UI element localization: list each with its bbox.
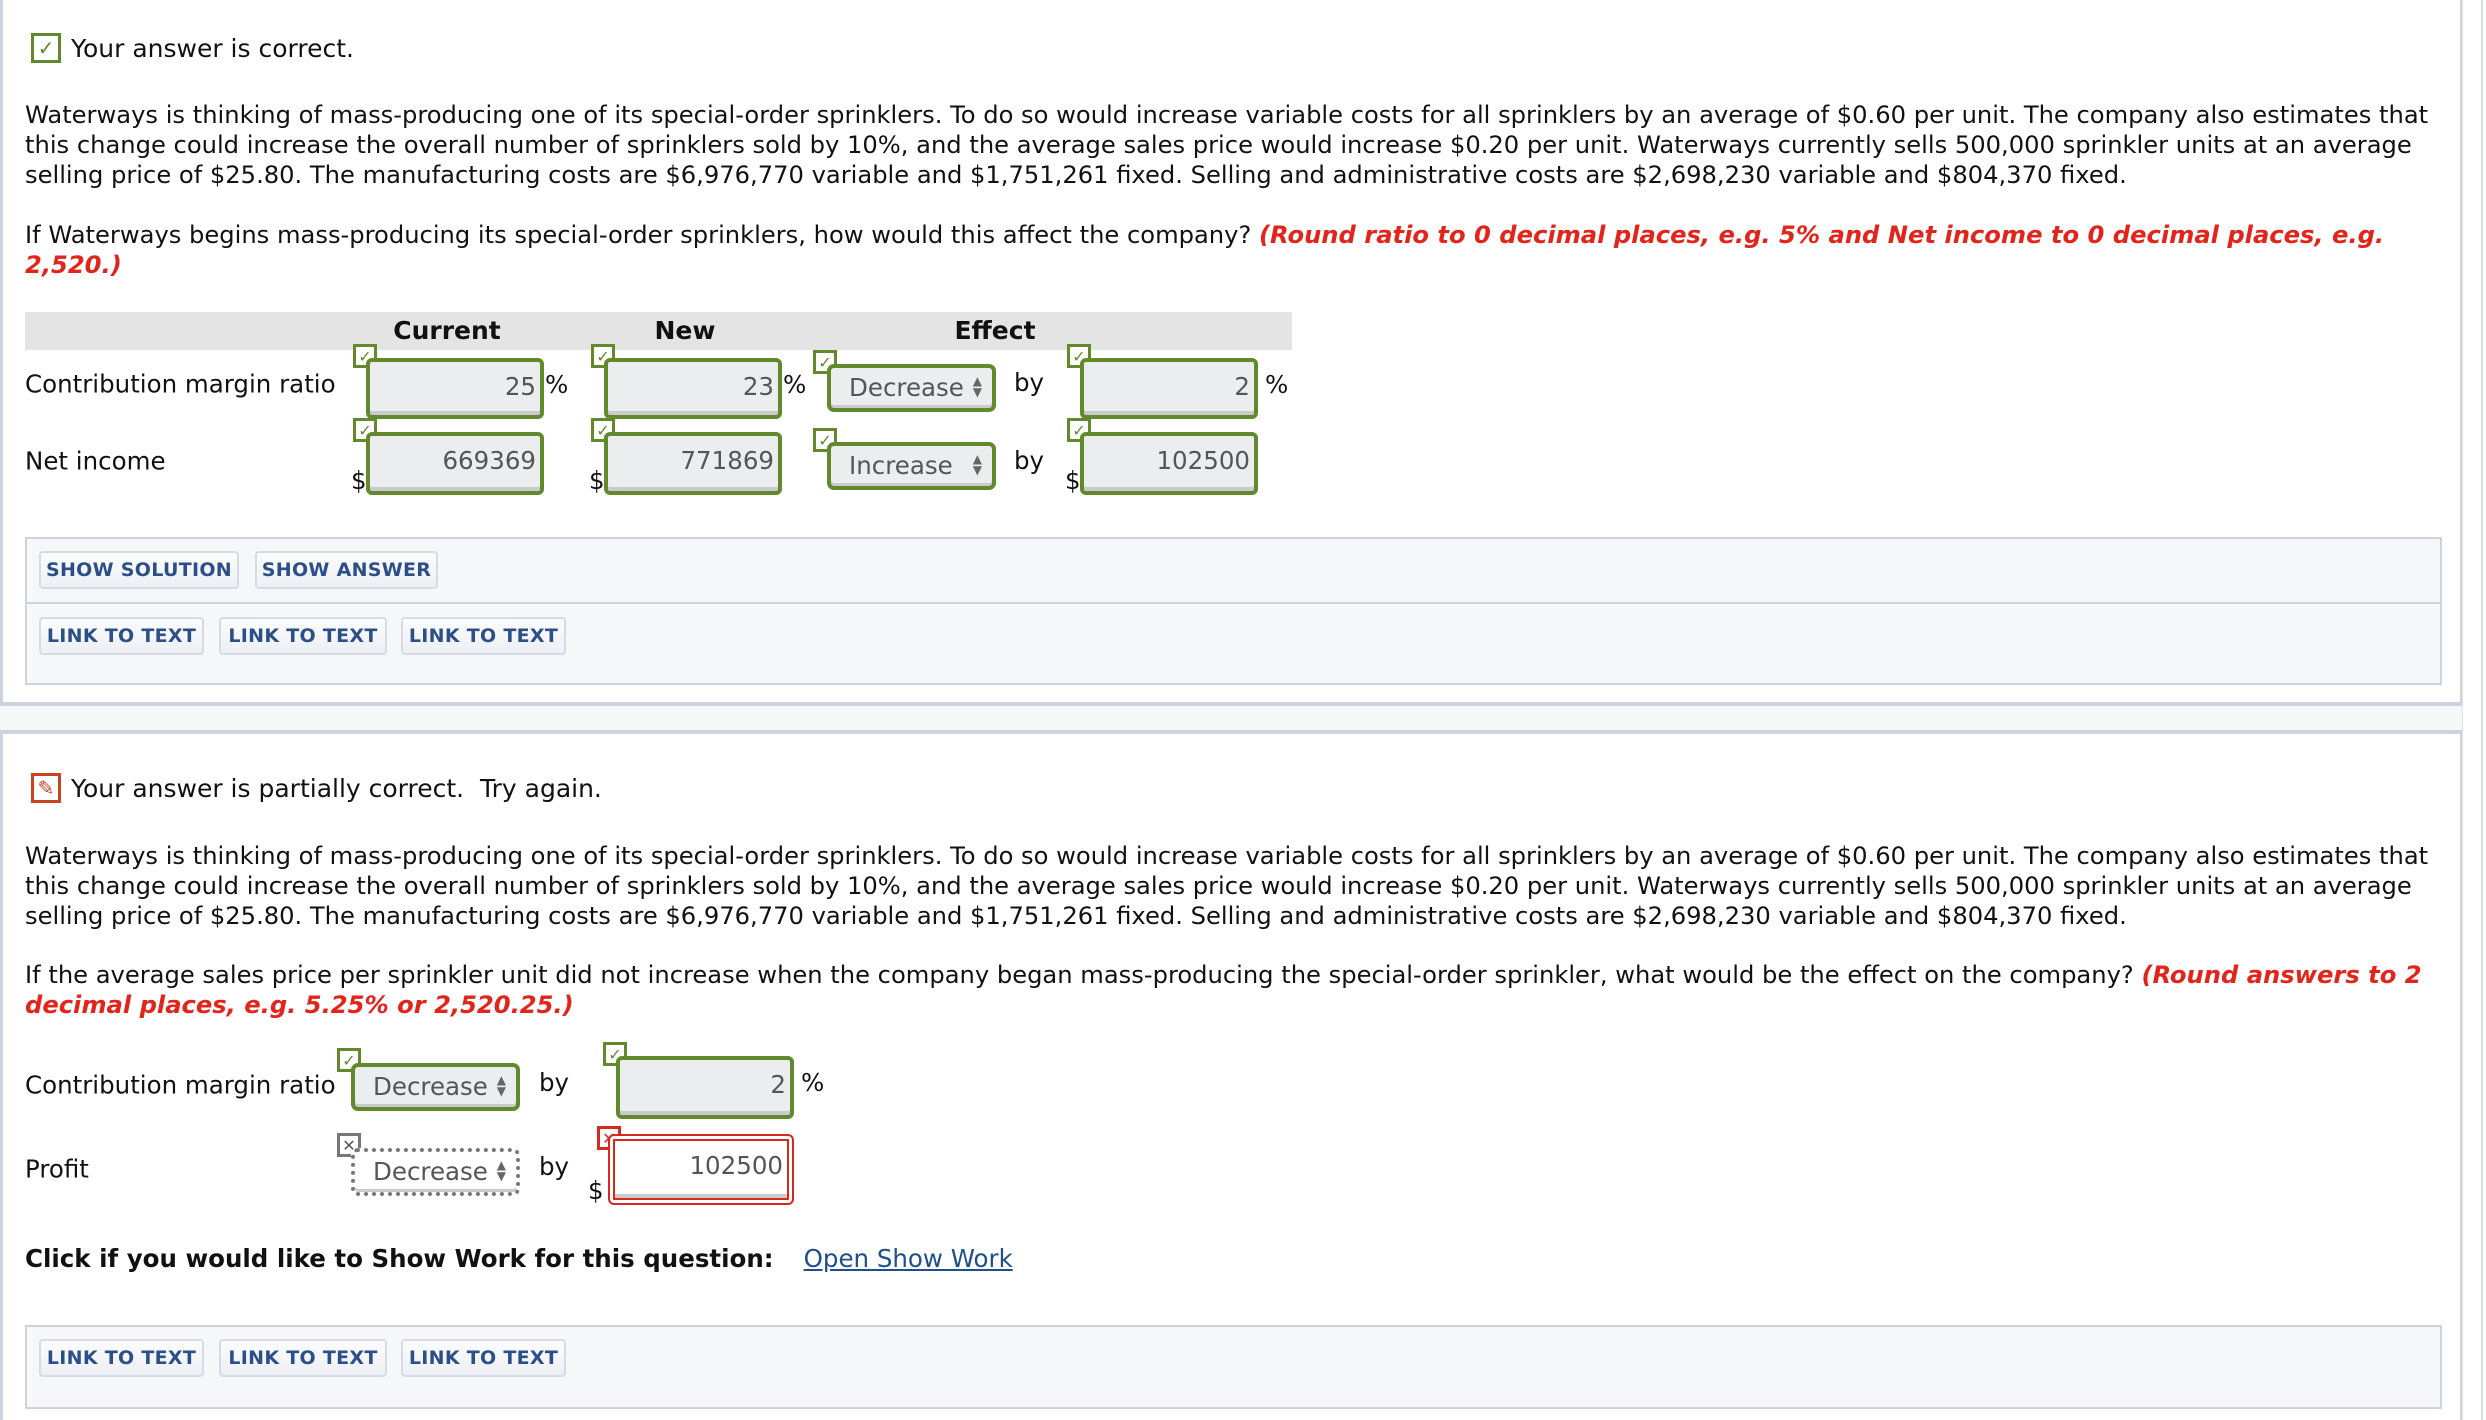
current-cm-ratio-input[interactable]: 25	[366, 358, 544, 419]
new-cm-ratio-input[interactable]: 23	[604, 358, 782, 419]
link-to-text-button[interactable]: LINK TO TEXT	[219, 617, 387, 655]
question-prompt: If the average sales price per sprinkler…	[25, 961, 2134, 989]
row-label-profit: Profit	[25, 1154, 89, 1184]
cm-ratio-effect-select[interactable]: Decrease ▲ ▼	[351, 1063, 520, 1111]
question-text: If the average sales price per sprinkler…	[25, 960, 2445, 1020]
problem-text: Waterways is thinking of mass-producing …	[25, 101, 2429, 189]
solution-box: SHOW SOLUTION SHOW ANSWER LINK TO TEXT L…	[25, 537, 2442, 685]
select-value: Decrease	[373, 1157, 488, 1186]
panel-separator	[0, 706, 2462, 730]
by-label: by	[539, 1152, 570, 1181]
show-work-prompt: Click if you would like to Show Work for…	[25, 1244, 774, 1273]
status-text: Your answer is correct.	[71, 33, 354, 63]
updown-arrows-icon: ▲ ▼	[972, 452, 982, 477]
percent-unit: %	[545, 370, 569, 399]
by-label: by	[1014, 368, 1045, 397]
status-correct: ✓ Your answer is correct.	[31, 33, 354, 63]
effect-cm-ratio-select[interactable]: Decrease ▲ ▼	[827, 364, 996, 412]
problem-text: Waterways is thinking of mass-producing …	[25, 842, 2429, 930]
current-net-income-input[interactable]: 669369	[366, 432, 544, 495]
cm-ratio-amount-input[interactable]: 2	[616, 1056, 794, 1119]
dollar-prefix: $	[351, 466, 367, 495]
show-answer-button[interactable]: SHOW ANSWER	[255, 551, 438, 589]
row-label-cm-ratio: Contribution margin ratio	[25, 369, 336, 399]
question-2-panel: ✎ Your answer is partially correct. Try …	[0, 730, 2462, 1420]
link-to-text-button[interactable]: LINK TO TEXT	[39, 1339, 204, 1377]
effect-net-income-amount-input[interactable]: 102500	[1080, 432, 1258, 495]
select-value: Decrease	[849, 373, 964, 402]
show-work-row: Click if you would like to Show Work for…	[25, 1244, 1013, 1273]
effect-net-income-select[interactable]: Increase ▲ ▼	[827, 442, 996, 490]
percent-unit: %	[783, 370, 807, 399]
updown-arrows-icon: ▲ ▼	[496, 1073, 506, 1098]
row-label-cm-ratio: Contribution margin ratio	[25, 1070, 336, 1100]
link-to-text-button[interactable]: LINK TO TEXT	[401, 617, 566, 655]
show-solution-button[interactable]: SHOW SOLUTION	[39, 551, 239, 589]
updown-arrows-icon: ▲ ▼	[972, 374, 982, 399]
links-box: LINK TO TEXT LINK TO TEXT LINK TO TEXT	[25, 1325, 2442, 1409]
check-icon: ✓	[31, 33, 61, 63]
question-prompt: If Waterways begins mass-producing its s…	[25, 221, 1252, 249]
by-label: by	[1014, 446, 1045, 475]
profit-effect-select[interactable]: Decrease ▲ ▼	[351, 1148, 520, 1196]
new-net-income-input[interactable]: 771869	[604, 432, 782, 495]
profit-amount-input[interactable]: 102500	[608, 1134, 794, 1205]
status-partial: ✎ Your answer is partially correct. Try …	[31, 773, 602, 803]
row-label-net-income: Net income	[25, 446, 166, 476]
dollar-prefix: $	[1065, 466, 1081, 495]
open-show-work-link[interactable]: Open Show Work	[804, 1244, 1013, 1273]
question-1-panel: ✓ Your answer is correct. Waterways is t…	[0, 0, 2462, 706]
select-value: Decrease	[373, 1072, 488, 1101]
header-current: Current	[393, 316, 501, 345]
dollar-prefix: $	[588, 1176, 604, 1205]
table-header: Current New Effect	[25, 312, 1292, 350]
question-text: If Waterways begins mass-producing its s…	[25, 220, 2445, 280]
pencil-icon: ✎	[31, 773, 61, 803]
header-new: New	[654, 316, 716, 345]
effect-cm-ratio-amount-input[interactable]: 2	[1080, 358, 1258, 419]
scrollbar[interactable]	[2462, 0, 2486, 1420]
by-label: by	[539, 1068, 570, 1097]
header-effect: Effect	[954, 316, 1036, 345]
divider	[27, 602, 2440, 604]
percent-unit: %	[1265, 370, 1289, 399]
link-to-text-button[interactable]: LINK TO TEXT	[219, 1339, 387, 1377]
select-value: Increase	[849, 451, 953, 480]
percent-unit: %	[801, 1068, 825, 1097]
status-text: Your answer is partially correct. Try ag…	[71, 773, 602, 803]
updown-arrows-icon: ▲ ▼	[496, 1158, 506, 1183]
scrollbar-track[interactable]	[2481, 0, 2483, 1420]
link-to-text-button[interactable]: LINK TO TEXT	[39, 617, 204, 655]
link-to-text-button[interactable]: LINK TO TEXT	[401, 1339, 566, 1377]
dollar-prefix: $	[589, 466, 605, 495]
